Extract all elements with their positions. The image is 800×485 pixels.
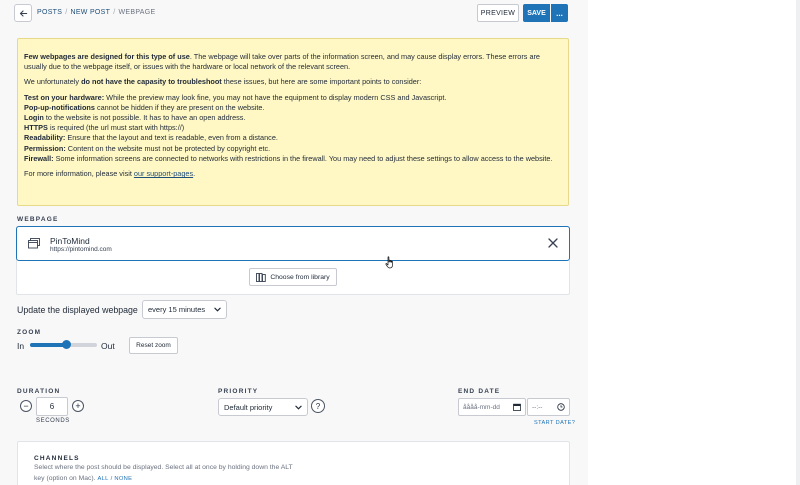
chevron-down-icon [295, 405, 302, 410]
reset-zoom-button[interactable]: Reset zoom [129, 337, 178, 354]
library-icon [256, 272, 267, 282]
duration-section-label: DURATION [17, 388, 61, 395]
selected-webpage[interactable]: PinToMind https://pintomind.com [16, 226, 570, 261]
update-interval-value: every 15 minutes [148, 305, 206, 314]
preview-button[interactable]: PREVIEW [477, 4, 519, 22]
notice-item-text: is required (the url must start with htt… [47, 123, 185, 133]
update-interval-select[interactable]: every 15 minutes [142, 300, 227, 319]
webpage-section-label: WEBPAGE [17, 216, 59, 223]
notice-more-info-end: . [193, 169, 196, 179]
choose-from-library-button[interactable]: Choose from library [249, 268, 337, 286]
end-date-input[interactable]: åååå-mm-dd [458, 398, 526, 416]
notice-troubleshoot-pre: We unfortunately [24, 77, 82, 87]
increase-duration-button[interactable]: + [72, 400, 84, 412]
channels-title: CHANNELS [34, 455, 80, 462]
webpage-url: https://pintomind.com [50, 246, 112, 253]
notice-item-text: While the preview may look fine, you may… [104, 92, 447, 102]
zoom-slider-thumb[interactable] [62, 340, 72, 349]
app-page: POSTS / NEW POST / WEBPAGE PREVIEW SAVE ... … [0, 0, 800, 485]
notice-item-title: Readability: [24, 133, 66, 143]
end-time-input[interactable]: --:-- [527, 398, 570, 416]
notice-item: Pop-up-notifications cannot be hidden if… [24, 103, 562, 113]
more-options-button[interactable]: ... [551, 4, 568, 22]
zoom-slider-fill [30, 343, 67, 347]
notice-troubleshoot-bold: do not have the capasity to troubleshoot [81, 77, 222, 87]
notice-item: HTTPS is required (the url must start wi… [24, 123, 562, 133]
breadcrumb-posts[interactable]: POSTS [37, 9, 62, 16]
notice-intro-bold: Few webpages are designed for this type … [24, 52, 190, 61]
duration-unit-label: SECONDS [36, 418, 70, 424]
zoom-out-label: Out [101, 341, 115, 351]
zoom-section-label: ZOOM [17, 329, 42, 336]
notice-item-text: to the website is not possible. It has t… [43, 113, 246, 123]
browser-window-icon [28, 238, 40, 249]
breadcrumb-separator: / [65, 9, 68, 16]
notice-item-text: Content on the website must not be prote… [65, 143, 271, 153]
notice-item-title: Permission: [24, 143, 66, 153]
decrease-duration-button[interactable]: − [20, 400, 32, 412]
select-all-channels-link[interactable]: ALL [97, 476, 108, 482]
close-icon[interactable] [547, 237, 559, 249]
clock-icon[interactable] [557, 403, 565, 411]
save-button[interactable]: SAVE [523, 4, 550, 22]
channels-link-separator: / [110, 475, 113, 482]
warning-notice: Few webpages are designed for this type … [17, 38, 569, 206]
top-bar: POSTS / NEW POST / WEBPAGE PREVIEW SAVE ... [14, 4, 574, 24]
notice-item: Readability: Ensure that the layout and … [24, 133, 562, 143]
notice-item-title: Login [24, 113, 44, 123]
priority-value: Default priority [224, 402, 273, 412]
preview-pane [588, 0, 800, 485]
notice-item-title: Test on your hardware: [24, 92, 105, 102]
breadcrumb-new-post[interactable]: NEW POST [70, 9, 110, 16]
channels-card: CHANNELS Select where the post should be… [17, 441, 570, 485]
chevron-down-icon [214, 307, 221, 312]
hand-cursor-icon [385, 256, 393, 269]
notice-troubleshoot-post: these issues, but here are some importan… [221, 77, 422, 87]
notice-item: Permission: Content on the website must … [24, 144, 562, 154]
webpage-name: PinToMind [50, 236, 90, 246]
end-time-placeholder: --:-- [532, 403, 543, 411]
notice-troubleshoot: We unfortunately do not have the capasit… [24, 77, 562, 87]
notice-item-text: cannot be hidden if they are present on … [94, 102, 265, 112]
notice-item-text: Ensure that the layout and text is reada… [65, 133, 278, 143]
priority-select[interactable]: Default priority [218, 398, 308, 416]
select-no-channels-link[interactable]: NONE [114, 476, 132, 482]
notice-item-text: Some information screens are connected t… [53, 153, 553, 163]
notice-item: Firewall: Some information screens are c… [24, 154, 562, 164]
start-date-link[interactable]: START DATE? [534, 420, 575, 426]
duration-stepper: − 6 + [17, 397, 87, 416]
library-button-label: Choose from library [270, 273, 330, 281]
notice-item: Login to the website is not possible. It… [24, 113, 562, 123]
notice-item-title: Firewall: [24, 153, 54, 163]
window-edge [796, 0, 800, 485]
back-button[interactable] [14, 4, 32, 22]
duration-input[interactable]: 6 [36, 397, 68, 416]
end-date-section-label: END DATE [458, 388, 501, 395]
priority-section-label: PRIORITY [218, 388, 259, 395]
zoom-in-label: In [17, 341, 25, 351]
notice-more-info-text: For more information, please visit [24, 169, 134, 179]
breadcrumb-current: WEBPAGE [118, 9, 156, 16]
zoom-slider[interactable] [30, 340, 97, 349]
notice-item: Test on your hardware: While the preview… [24, 93, 562, 103]
notice-item-title: HTTPS [24, 123, 48, 133]
channels-description-text: Select where the post should be displaye… [34, 464, 293, 482]
notice-more-info: For more information, please visit our s… [24, 169, 562, 179]
notice-intro: Few webpages are designed for this type … [24, 52, 562, 72]
breadcrumb-separator: / [113, 9, 116, 16]
calendar-icon[interactable] [513, 403, 521, 411]
support-pages-link[interactable]: our support-pages [134, 169, 193, 178]
arrow-left-icon [19, 9, 27, 17]
main-panel: POSTS / NEW POST / WEBPAGE PREVIEW SAVE ... … [0, 0, 588, 485]
end-date-placeholder: åååå-mm-dd [463, 403, 500, 411]
breadcrumb: POSTS / NEW POST / WEBPAGE [37, 9, 155, 16]
channels-description: Select where the post should be displaye… [34, 463, 294, 484]
notice-item-title: Pop-up-notifications [24, 102, 95, 112]
priority-help-button[interactable]: ? [311, 399, 325, 413]
update-webpage-label: Update the displayed webpage [17, 305, 138, 315]
